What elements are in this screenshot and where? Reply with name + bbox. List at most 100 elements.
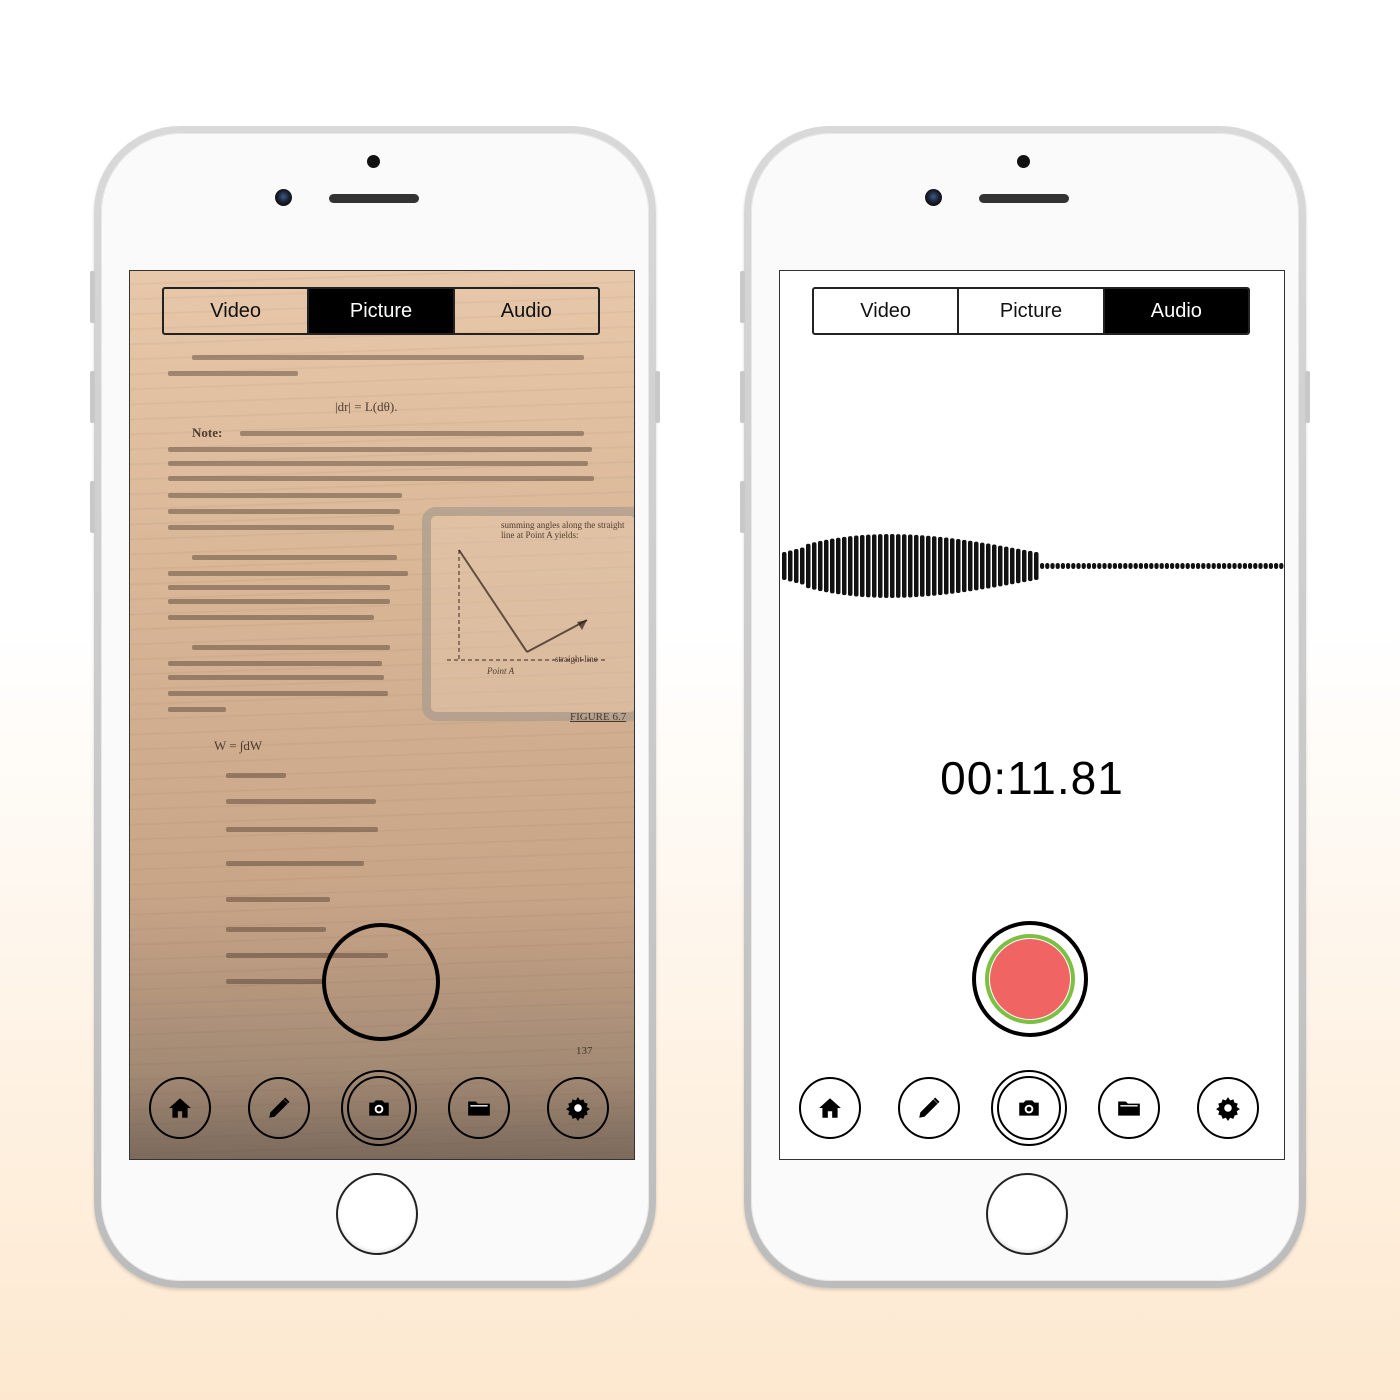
volume-button: [740, 371, 745, 423]
tab-video[interactable]: Video: [164, 289, 310, 333]
tab-picture[interactable]: Picture: [309, 289, 455, 333]
waveform-dot: [1190, 563, 1195, 569]
record-dot-icon: [990, 939, 1070, 1019]
camera-icon: [369, 1100, 389, 1116]
pencil-icon: [269, 1097, 290, 1118]
pencil-icon: [919, 1097, 940, 1118]
home-button[interactable]: [149, 1077, 211, 1139]
tab-audio[interactable]: Audio: [1104, 289, 1248, 333]
edit-button[interactable]: [248, 1077, 310, 1139]
settings-button[interactable]: [1197, 1077, 1259, 1139]
waveform-dot: [1237, 563, 1242, 569]
waveform-bar: [848, 536, 853, 596]
edit-button[interactable]: [898, 1077, 960, 1139]
waveform-dot: [1092, 563, 1097, 569]
volume-button: [740, 271, 745, 323]
waveform-dot: [1154, 563, 1159, 569]
waveform-bar: [860, 535, 865, 597]
waveform-bar: [878, 534, 883, 598]
figure-caption: summing angles along the straight line a…: [501, 520, 625, 540]
waveform-bar: [794, 549, 799, 583]
settings-button[interactable]: [547, 1077, 609, 1139]
waveform-dot: [1128, 563, 1133, 569]
audio-waveform: [782, 534, 1284, 598]
figure-number: FIGURE 6.7: [570, 711, 627, 723]
waveform-dot: [1216, 563, 1221, 569]
bottom-toolbar: [130, 1057, 634, 1159]
focus-ring[interactable]: [322, 923, 440, 1041]
waveform-dot: [1097, 563, 1102, 569]
home-icon: [819, 1098, 841, 1118]
waveform-bar: [932, 536, 937, 596]
waveform-dot: [1201, 563, 1206, 569]
waveform-dot: [1076, 563, 1081, 569]
hardware-home-button[interactable]: [336, 1173, 418, 1255]
document-note-heading: Note:: [192, 425, 223, 440]
files-button[interactable]: [1098, 1077, 1160, 1139]
waveform-bar: [920, 535, 925, 597]
waveform-bar: [824, 539, 829, 593]
waveform-bar: [830, 538, 835, 594]
waveform-bar: [1034, 552, 1039, 580]
waveform-dot: [1253, 563, 1258, 569]
waveform-dot: [1149, 563, 1154, 569]
phone-left: Video Picture Audio |dr| = L(dθ). Note:: [90, 126, 660, 1288]
waveform-dot: [1066, 563, 1071, 569]
waveform-dot: [1211, 563, 1216, 569]
waveform-bar: [998, 545, 1003, 587]
power-button: [1305, 371, 1310, 423]
waveform-bar: [962, 539, 967, 593]
bottom-toolbar: [780, 1057, 1284, 1159]
waveform-bar: [1010, 547, 1015, 585]
hardware-home-button[interactable]: [986, 1173, 1068, 1255]
mode-segmented-control: Video Picture Audio: [812, 287, 1250, 335]
front-camera: [925, 189, 942, 206]
waveform-dot: [1185, 563, 1190, 569]
tab-video[interactable]: Video: [814, 289, 960, 333]
mode-segmented-control: Video Picture Audio: [162, 287, 600, 335]
waveform-bar: [926, 535, 931, 597]
waveform-dot: [1248, 563, 1253, 569]
document-formula: |dr| = L(dθ).: [335, 399, 398, 414]
waveform-dot: [1071, 563, 1076, 569]
waveform-bar: [914, 534, 919, 598]
record-button[interactable]: [972, 921, 1088, 1037]
front-camera: [275, 189, 292, 206]
phone-bezel: Video Picture Audio |dr| = L(dθ). Note:: [101, 133, 649, 1281]
waveform-dot: [1045, 563, 1050, 569]
waveform-bar: [938, 536, 943, 596]
camera-button[interactable]: [341, 1070, 417, 1146]
waveform-bar: [806, 543, 811, 589]
waveform-bar: [842, 536, 847, 596]
waveform-dot: [1133, 563, 1138, 569]
waveform-dot: [1118, 563, 1123, 569]
waveform-dot: [1170, 563, 1175, 569]
waveform-bar: [800, 547, 805, 585]
tab-picture[interactable]: Picture: [959, 289, 1105, 333]
phone-right: Video Picture Audio 00:11.81: [740, 126, 1310, 1288]
figure-line-label: straight line: [555, 654, 598, 664]
waveform-dot: [1123, 563, 1128, 569]
waveform-bar: [788, 550, 793, 582]
waveform-dot: [1040, 563, 1045, 569]
home-button[interactable]: [799, 1077, 861, 1139]
waveform-dot: [1112, 563, 1117, 569]
volume-button: [90, 371, 95, 423]
waveform-dot: [1206, 563, 1211, 569]
folder-icon: [468, 1101, 490, 1116]
waveform-dot: [1263, 563, 1268, 569]
waveform-bar: [980, 542, 985, 590]
power-button: [655, 371, 660, 423]
tab-audio[interactable]: Audio: [455, 289, 598, 333]
waveform-bar: [1004, 546, 1009, 586]
camera-button[interactable]: [991, 1070, 1067, 1146]
document-figure: summing angles along the straight line a…: [422, 507, 634, 721]
waveform-dot: [1227, 563, 1232, 569]
waveform-bar: [854, 535, 859, 597]
waveform-dot: [1196, 563, 1201, 569]
camera-viewfinder[interactable]: Video Picture Audio |dr| = L(dθ). Note:: [129, 270, 635, 1160]
files-button[interactable]: [448, 1077, 510, 1139]
waveform-bar: [950, 538, 955, 594]
volume-button: [90, 271, 95, 323]
waveform-bar: [944, 537, 949, 595]
